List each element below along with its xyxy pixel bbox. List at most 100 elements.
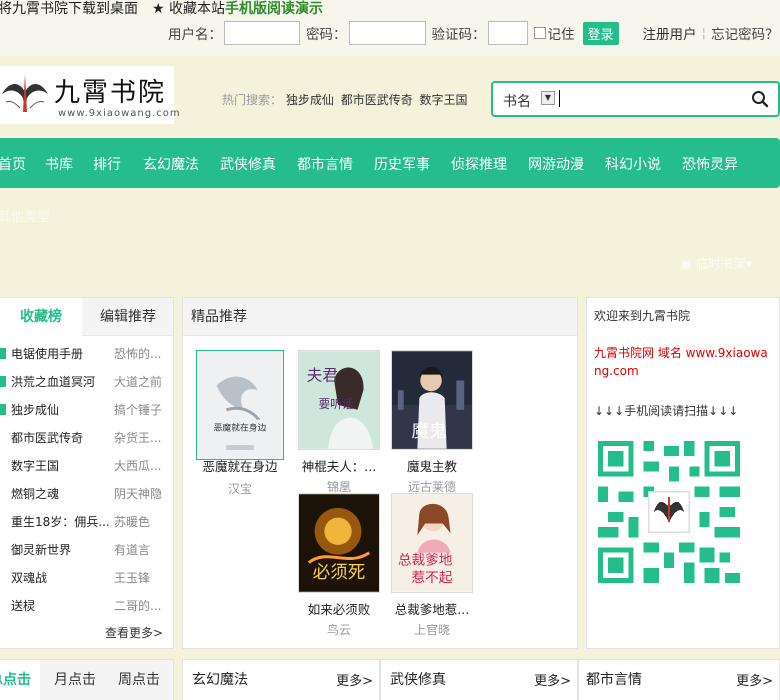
book-title[interactable]: 如来必须败	[291, 599, 387, 618]
book-title[interactable]: 独步成仙	[11, 401, 111, 418]
nav-item-home[interactable]: 首页	[0, 154, 26, 174]
view-more-link[interactable]: 查看更多>	[105, 624, 163, 641]
book-cover[interactable]: 恶魔就在身边	[196, 350, 284, 460]
hot-link[interactable]: 都市医武传奇	[341, 93, 413, 107]
nav-item-ranking[interactable]: 排行	[93, 154, 121, 174]
book-author[interactable]: 上官晓	[384, 621, 480, 638]
book-title[interactable]: 重生18岁：佣兵...	[11, 513, 111, 530]
book-author[interactable]: 恐怖的...	[114, 345, 170, 362]
list-item[interactable]: 电锯使用手册 恐怖的...	[0, 339, 174, 367]
more-link[interactable]: 更多>	[336, 670, 373, 689]
book-cover[interactable]: 必须死	[298, 493, 380, 593]
list-item[interactable]: 送棂 二哥的...	[0, 591, 174, 619]
book-title[interactable]: 恶魔就在身边	[192, 456, 288, 475]
tab-editor-picks[interactable]: 编辑推荐	[82, 298, 174, 336]
register-link[interactable]: 注册用户	[643, 23, 697, 43]
book-author[interactable]: 阴天神隐	[114, 485, 170, 502]
divider: ¦	[701, 25, 707, 41]
more-link[interactable]: 更多>	[534, 670, 571, 689]
chevron-down-icon[interactable]: ▼	[541, 91, 555, 105]
nav-item-history[interactable]: 历史军事	[374, 154, 430, 174]
svg-text:魔鬼: 魔鬼	[412, 422, 447, 442]
book-title[interactable]: 御灵新世界	[11, 541, 111, 558]
domain-text: 九霄书院网 域名 www.9xiaowang.com	[594, 346, 768, 378]
book-title[interactable]: 双魂战	[11, 569, 111, 586]
tab-monthly-clicks[interactable]: 月点击	[44, 660, 106, 700]
book-author[interactable]: 大西瓜...	[114, 457, 170, 474]
bookmark-link[interactable]: 将九霄书院下载到桌面	[0, 0, 138, 18]
book-author[interactable]: 苏暖色	[114, 513, 170, 530]
tab-favorites[interactable]: 收藏榜	[0, 298, 82, 336]
search-icon[interactable]	[751, 90, 769, 108]
category-block-wuxia: 武侠修真 更多>	[380, 659, 578, 700]
nav-item-game[interactable]: 网游动漫	[528, 154, 584, 174]
category-title: 玄幻魔法	[192, 672, 248, 688]
shelf-icon: ▣	[680, 256, 692, 271]
hot-link[interactable]: 独步成仙	[286, 93, 334, 107]
hot-link[interactable]: 数字王国	[420, 93, 468, 107]
list-item[interactable]: 御灵新世界 有道言	[0, 535, 174, 563]
nav-item-fantasy[interactable]: 玄幻魔法	[143, 154, 199, 174]
book-author[interactable]: 汉宝	[192, 480, 288, 497]
list-item[interactable]: 双魂战 王玉锋	[0, 563, 174, 591]
tab-total-clicks[interactable]: 总点击	[0, 660, 40, 700]
nav-item-horror[interactable]: 恐怖灵异	[682, 154, 738, 174]
login-button[interactable]: 登录	[582, 21, 619, 45]
search-category-select[interactable]: 书名	[503, 91, 531, 111]
nav-item-wuxia[interactable]: 武侠修真	[220, 154, 276, 174]
click-rank-panel: 总点击 月点击 周点击	[0, 659, 174, 700]
book-author[interactable]: 杂货王...	[114, 429, 170, 446]
nav-item-detective[interactable]: 侦探推理	[451, 154, 507, 174]
book-author[interactable]: 鸟云	[291, 621, 387, 638]
book-cover[interactable]: 夫君 要听话	[298, 350, 380, 450]
book-author[interactable]: 大道之前	[114, 373, 170, 390]
category-title: 都市言情	[586, 672, 642, 688]
username-input[interactable]	[224, 21, 300, 45]
book-title[interactable]: 燃铜之魂	[11, 485, 111, 502]
book-cover[interactable]: 总裁爹地 惹不起	[391, 493, 473, 593]
book-author[interactable]: 二哥的...	[114, 597, 170, 614]
site-logo[interactable]: 九霄书院 www.9xiaowang.com	[0, 66, 180, 124]
nav-item-scifi[interactable]: 科幻小说	[605, 154, 661, 174]
list-item[interactable]: 都市医武传奇 杂货王...	[0, 423, 174, 451]
welcome-panel: 欢迎来到九霄书院 九霄书院网 域名 www.9xiaowang.com ↓↓↓手…	[586, 297, 780, 649]
svg-text:恶魔就在身边: 恶魔就在身边	[214, 421, 267, 433]
list-item[interactable]: 重生18岁：佣兵... 苏暖色	[0, 507, 174, 535]
search-box[interactable]: 书名 ▼	[491, 81, 780, 117]
main-nav: 首页 书库 排行 玄幻魔法 武侠修真 都市言情 历史军事 侦探推理 网游动漫 科…	[0, 138, 780, 188]
book-title[interactable]: 洪荒之血道冥河	[11, 373, 111, 390]
book-author[interactable]: 有道言	[114, 541, 170, 558]
rank-marker	[0, 348, 6, 359]
captcha-input[interactable]	[487, 21, 528, 45]
category-block-fantasy: 玄幻魔法 更多>	[182, 659, 380, 700]
favorite-link[interactable]: ★ 收藏本站手机版阅读演示	[152, 0, 323, 18]
list-item[interactable]: 洪荒之血道冥河 大道之前	[0, 367, 174, 395]
more-link[interactable]: 更多>	[736, 670, 773, 689]
book-title[interactable]: 电锯使用手册	[11, 345, 111, 362]
nav-item-library[interactable]: 书库	[45, 154, 73, 174]
remember-checkbox[interactable]	[533, 27, 546, 39]
list-item[interactable]: 独步成仙 搞个锤子	[0, 395, 174, 423]
book-title[interactable]: 都市医武传奇	[11, 429, 111, 446]
search-input[interactable]	[559, 90, 560, 107]
list-item[interactable]: 燃铜之魂 阴天神隐	[0, 479, 174, 507]
password-input[interactable]	[348, 21, 426, 45]
tab-weekly-clicks[interactable]: 周点击	[108, 660, 170, 700]
book-author[interactable]: 王玉锋	[114, 569, 170, 586]
book-cover[interactable]: 魔鬼	[391, 350, 473, 450]
book-title[interactable]: 送棂	[11, 597, 111, 614]
list-item[interactable]: 数字王国 大西瓜...	[0, 451, 174, 479]
book-author[interactable]: 搞个锤子	[114, 401, 170, 418]
book-title[interactable]: 神棍夫人：...	[291, 456, 387, 475]
book-title[interactable]: 总裁爹地惹...	[384, 599, 480, 618]
temp-shelf-button[interactable]: ▣ 临时书架▾	[680, 253, 752, 272]
book-title[interactable]: 魔鬼主教	[384, 456, 480, 475]
nav-item-other[interactable]: 其他类型	[0, 206, 50, 225]
mobile-demo-link[interactable]: 手机版阅读演示	[225, 1, 323, 17]
book-title[interactable]: 数字王国	[11, 457, 111, 474]
nav-item-urban[interactable]: 都市言情	[297, 154, 353, 174]
forgot-password-link[interactable]: 忘记密码？	[711, 23, 779, 43]
recommend-title: 精品推荐	[183, 298, 577, 336]
favorite-label: 收藏本站	[169, 1, 226, 17]
logo-url: www.9xiaowang.com	[58, 108, 181, 119]
